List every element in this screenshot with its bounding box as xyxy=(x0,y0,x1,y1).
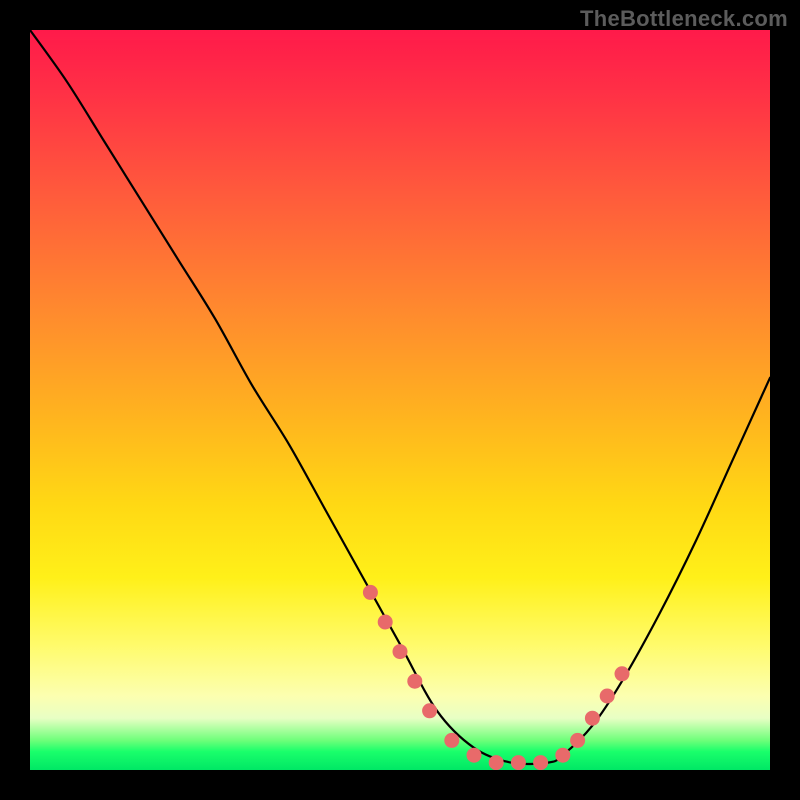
sample-point xyxy=(570,733,585,748)
sample-point xyxy=(407,674,422,689)
sample-point xyxy=(444,733,459,748)
plot-area xyxy=(30,30,770,770)
sample-point xyxy=(555,748,570,763)
sample-point xyxy=(363,585,378,600)
sample-point xyxy=(585,711,600,726)
sample-point xyxy=(533,755,548,770)
sample-point xyxy=(393,644,408,659)
curve-svg xyxy=(30,30,770,770)
sample-point xyxy=(489,755,504,770)
sample-points xyxy=(363,585,630,770)
chart-frame: TheBottleneck.com xyxy=(0,0,800,800)
sample-point xyxy=(378,615,393,630)
sample-point xyxy=(615,666,630,681)
watermark-text: TheBottleneck.com xyxy=(580,6,788,32)
sample-point xyxy=(467,748,482,763)
sample-point xyxy=(422,703,437,718)
sample-point xyxy=(600,689,615,704)
sample-point xyxy=(511,755,526,770)
